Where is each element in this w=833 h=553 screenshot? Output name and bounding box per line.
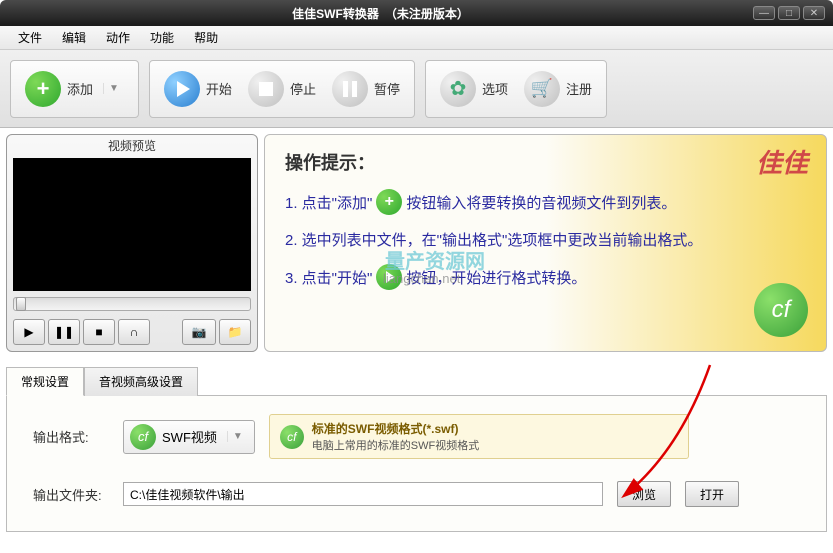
tab-advanced[interactable]: 音视频高级设置: [84, 367, 198, 396]
titlebar: 佳佳SWF转换器 （未注册版本） — □ ✕: [0, 0, 833, 26]
add-label: 添加: [67, 79, 93, 98]
options-label: 选项: [482, 79, 508, 98]
stop-label: 停止: [290, 79, 316, 98]
pause-icon: [332, 71, 368, 107]
toolbar: + 添加 ▼ 开始 停止 暂停 ✿ 选项 🛒 注册: [0, 50, 833, 128]
player-loop-button[interactable]: ∩: [118, 319, 150, 345]
output-folder-label: 输出文件夹:: [33, 485, 109, 504]
open-button[interactable]: 打开: [685, 481, 739, 507]
menu-file[interactable]: 文件: [8, 29, 52, 46]
preview-panel: 视频预览 ▶ ❚❚ ■ ∩ 📷 📁: [6, 134, 258, 352]
add-button[interactable]: + 添加 ▼: [17, 67, 132, 111]
pause-label: 暂停: [374, 79, 400, 98]
snapshot-button[interactable]: 📷: [182, 319, 216, 345]
play-icon: [164, 71, 200, 107]
menubar: 文件 编辑 动作 功能 帮助: [0, 26, 833, 50]
tab-general[interactable]: 常规设置: [6, 367, 84, 396]
swf-icon: cf: [280, 425, 304, 449]
plus-icon: +: [376, 189, 402, 215]
add-dropdown-arrow[interactable]: ▼: [103, 83, 124, 94]
settings-panel: 输出格式: cf SWF视频 ▼ cf 标准的SWF视频格式(*.swf) 电脑…: [6, 396, 827, 532]
output-format-dropdown[interactable]: cf SWF视频 ▼: [123, 420, 255, 454]
close-button[interactable]: ✕: [803, 6, 825, 20]
output-folder-input[interactable]: [123, 482, 603, 506]
start-button[interactable]: 开始: [156, 67, 240, 111]
watermark-text: 量产资源网: [385, 245, 485, 274]
tips-heading: 操作提示：: [285, 149, 806, 175]
format-desc: 电脑上常用的标准的SWF视频格式: [312, 440, 479, 452]
format-value: SWF视频: [162, 427, 217, 446]
watermark-url: liangchan.net: [383, 271, 460, 286]
plus-icon: +: [25, 71, 61, 107]
format-title: 标准的SWF视频格式(*.swf): [312, 420, 479, 437]
tip-line-1: 1. 点击"添加" + 按钮输入将要转换的音视频文件到列表。: [285, 189, 806, 215]
swf-icon: cf: [130, 424, 156, 450]
options-button[interactable]: ✿ 选项: [432, 67, 516, 111]
gear-icon: ✿: [440, 71, 476, 107]
brand-logo: 佳佳: [756, 143, 808, 180]
start-label: 开始: [206, 79, 232, 98]
preview-title: 视频预览: [7, 135, 257, 156]
menu-action[interactable]: 动作: [96, 29, 140, 46]
register-button[interactable]: 🛒 注册: [516, 67, 600, 111]
menu-function[interactable]: 功能: [140, 29, 184, 46]
seek-bar[interactable]: [13, 297, 251, 311]
register-label: 注册: [566, 79, 592, 98]
video-area: [13, 158, 251, 291]
menu-help[interactable]: 帮助: [184, 29, 228, 46]
swf-icon: cf: [754, 283, 808, 337]
tip-line-3: 3. 点击"开始" 按钮，开始进行格式转换。: [285, 264, 806, 290]
output-format-label: 输出格式:: [33, 427, 109, 446]
maximize-button[interactable]: □: [778, 6, 800, 20]
tips-panel: 佳佳 操作提示： 1. 点击"添加" + 按钮输入将要转换的音视频文件到列表。 …: [264, 134, 827, 352]
window-title: 佳佳SWF转换器 （未注册版本）: [8, 5, 753, 22]
player-play-button[interactable]: ▶: [13, 319, 45, 345]
minimize-button[interactable]: —: [753, 6, 775, 20]
pause-button[interactable]: 暂停: [324, 67, 408, 111]
seek-thumb[interactable]: [16, 297, 26, 311]
menu-edit[interactable]: 编辑: [52, 29, 96, 46]
settings-tabs: 常规设置 音视频高级设置: [6, 366, 827, 396]
format-info-box: cf 标准的SWF视频格式(*.swf) 电脑上常用的标准的SWF视频格式: [269, 414, 689, 459]
folder-button[interactable]: 📁: [219, 319, 251, 345]
stop-button[interactable]: 停止: [240, 67, 324, 111]
tip-line-2: 2. 选中列表中文件，在"输出格式"选项框中更改当前输出格式。: [285, 229, 806, 250]
cart-icon: 🛒: [524, 71, 560, 107]
player-pause-button[interactable]: ❚❚: [48, 319, 80, 345]
stop-icon: [248, 71, 284, 107]
player-stop-button[interactable]: ■: [83, 319, 115, 345]
browse-button[interactable]: 浏览: [617, 481, 671, 507]
chevron-down-icon: ▼: [227, 431, 248, 442]
